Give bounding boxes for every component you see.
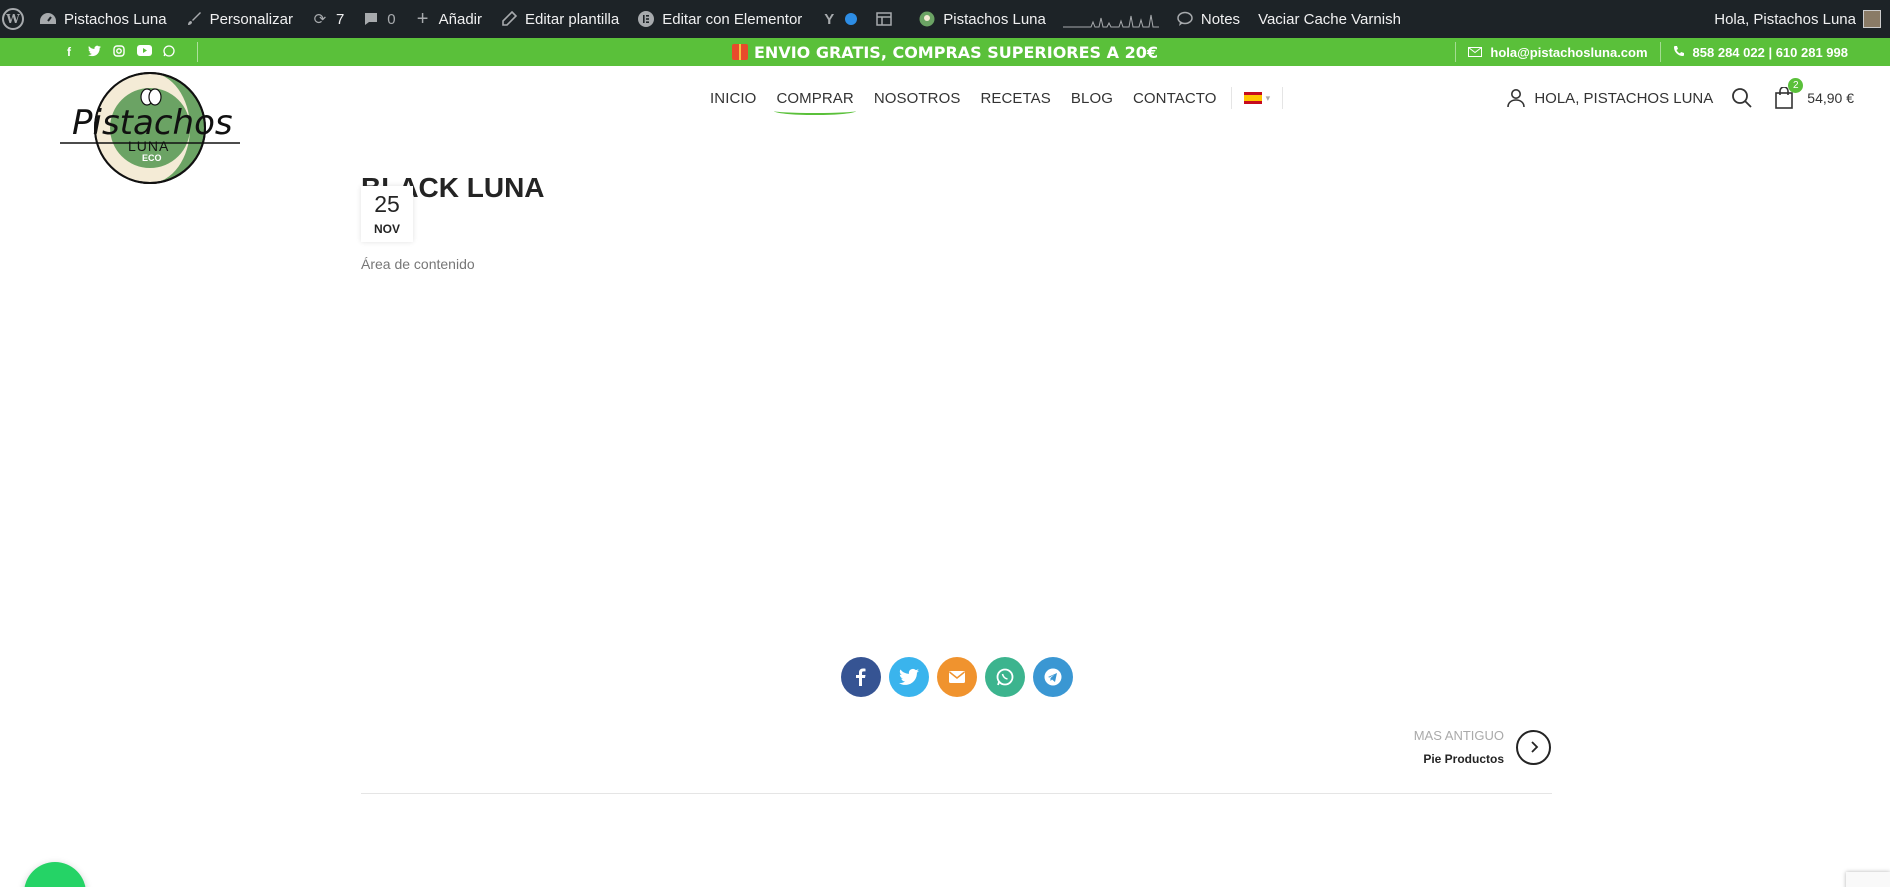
divider	[1455, 42, 1457, 62]
gift-icon	[732, 44, 748, 60]
layout-icon	[875, 10, 893, 28]
elementor-icon	[637, 10, 655, 28]
share-buttons	[841, 657, 1073, 697]
nav-nosotros[interactable]: NOSOTROS	[874, 90, 961, 107]
dashboard-icon	[39, 10, 57, 28]
seo-status-dot	[845, 13, 858, 25]
phone-link[interactable]: 858 284 022 | 610 281 998	[1693, 45, 1848, 60]
logo-tag: ECO	[142, 153, 162, 163]
mail-icon	[949, 671, 965, 683]
promo-bar: f ENVIO GRATIS, COMPRAS SUPERIORES A 20€…	[0, 38, 1890, 66]
admin-site-name-2[interactable]: Pistachos Luna	[909, 0, 1055, 38]
admin-bar: W Pistachos Luna Personalizar ⟳ 7 0 + Añ…	[0, 0, 1890, 38]
spain-flag-icon[interactable]	[1243, 92, 1262, 104]
nav-blog[interactable]: BLOG	[1071, 90, 1113, 107]
date-month: NOV	[373, 222, 400, 236]
nav-inicio[interactable]: INICIO	[710, 90, 756, 107]
phone-icon	[1673, 45, 1685, 60]
divider	[361, 793, 1552, 794]
pencil-icon	[500, 10, 518, 28]
facebook-icon	[856, 668, 866, 686]
admin-add-new[interactable]: + Añadir	[405, 0, 491, 38]
avatar	[1863, 10, 1881, 28]
telegram-icon	[1044, 668, 1062, 686]
admin-edit-template[interactable]: Editar plantilla	[491, 0, 628, 38]
divider	[1659, 42, 1661, 62]
admin-edit-elementor[interactable]: Editar con Elementor	[628, 0, 811, 38]
nav-recetas[interactable]: RECETAS	[980, 90, 1050, 107]
admin-varnish[interactable]: Vaciar Cache Varnish	[1249, 0, 1410, 38]
older-post-label: MAS ANTIGUO	[1413, 728, 1504, 743]
stats-sparkline-icon[interactable]	[1062, 10, 1159, 28]
share-email-button[interactable]	[937, 657, 977, 697]
recaptcha-badge[interactable]	[1846, 872, 1890, 887]
admin-account[interactable]: Hola, Pistachos Luna	[1705, 0, 1890, 38]
user-icon[interactable]	[1506, 88, 1526, 108]
logo-sub: LUNA	[128, 138, 170, 154]
cart-total[interactable]: 54,90 €	[1807, 90, 1854, 106]
admin-comments[interactable]: 0	[353, 0, 404, 38]
share-telegram-button[interactable]	[1033, 657, 1073, 697]
admin-layout[interactable]	[866, 0, 909, 38]
whatsapp-float-button[interactable]	[24, 862, 86, 887]
admin-customize[interactable]: Personalizar	[176, 0, 302, 38]
share-whatsapp-button[interactable]	[985, 657, 1025, 697]
email-link[interactable]: hola@pistachosluna.com	[1490, 45, 1647, 60]
post-content: Área de contenido	[361, 256, 475, 272]
speech-bubble-icon	[1176, 10, 1194, 28]
older-post-title: Pie Productos	[1423, 752, 1504, 766]
main-navigation: INICIO COMPRAR NOSOTROS RECETAS BLOG CON…	[700, 84, 1287, 115]
admin-updates[interactable]: ⟳ 7	[302, 0, 353, 38]
admin-site-name[interactable]: Pistachos Luna	[30, 0, 176, 38]
header-tools: HOLA, PISTACHOS LUNA 2 54,90 €	[1506, 78, 1854, 112]
share-twitter-button[interactable]	[889, 657, 929, 697]
admin-notes[interactable]: Notes	[1167, 0, 1249, 38]
site-logo[interactable]: Pistachos LUNA ECO	[60, 70, 240, 188]
cart-count-badge: 2	[1788, 78, 1804, 93]
mail-icon	[1468, 45, 1483, 60]
site-logo-icon	[918, 10, 936, 28]
logo-name: Pistachos	[72, 103, 233, 143]
share-facebook-button[interactable]	[841, 657, 881, 697]
brush-icon	[185, 10, 203, 28]
divider	[1230, 87, 1232, 109]
account-link[interactable]: HOLA, PISTACHOS LUNA	[1534, 90, 1713, 107]
cart-button[interactable]: 2	[1773, 78, 1804, 109]
search-icon[interactable]	[1731, 87, 1753, 109]
whatsapp-icon	[996, 668, 1014, 686]
chevron-right-icon[interactable]	[1516, 729, 1551, 765]
admin-yoast[interactable]: Y	[811, 0, 866, 38]
date-badge: 25 NOV	[361, 186, 413, 242]
nav-comprar[interactable]: COMPRAR	[774, 90, 857, 115]
nav-contacto[interactable]: CONTACTO	[1133, 90, 1217, 107]
older-post-text: MAS ANTIGUO Pie Productos	[1414, 728, 1504, 766]
wordpress-logo-icon[interactable]: W	[0, 0, 30, 38]
older-post-link[interactable]: MAS ANTIGUO Pie Productos	[1414, 728, 1551, 766]
comment-icon	[362, 10, 380, 28]
plus-icon: +	[416, 7, 429, 30]
twitter-icon	[899, 668, 919, 685]
top-contact: hola@pistachosluna.com 858 284 022 | 610…	[1443, 38, 1848, 66]
chevron-down-icon[interactable]: ▾	[1266, 93, 1271, 104]
date-day: 25	[374, 191, 400, 217]
refresh-icon: ⟳	[313, 11, 327, 28]
divider	[1282, 87, 1284, 109]
yoast-icon: Y	[824, 10, 835, 28]
